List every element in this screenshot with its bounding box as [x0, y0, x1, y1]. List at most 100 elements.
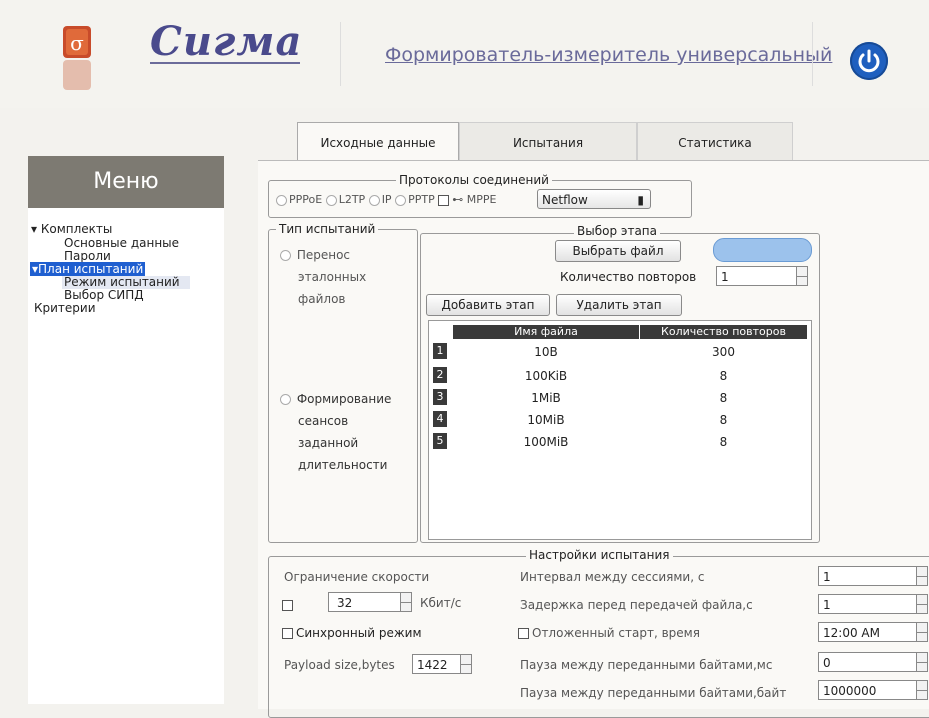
- spinner-icon[interactable]: [400, 593, 411, 611]
- table-cell-count[interactable]: 8: [640, 413, 807, 427]
- tree-item-kits[interactable]: ▾ Комплекты: [31, 223, 112, 236]
- table-cell-file[interactable]: 10B: [453, 345, 639, 359]
- table-cell-count[interactable]: 8: [640, 391, 807, 405]
- radio-l2tp[interactable]: L2TP: [325, 193, 365, 206]
- stages-table: Имя файла Количество повторов 1 10B 300 …: [428, 320, 812, 540]
- input-value: 1000000: [823, 684, 877, 698]
- delayed-start-time-input[interactable]: 12:00 AM: [818, 622, 928, 642]
- spinner-icon[interactable]: [796, 267, 807, 285]
- spinner-icon[interactable]: [916, 567, 927, 585]
- pause-bytes-input[interactable]: 1000000: [818, 680, 928, 700]
- logo-text: Сигма: [150, 18, 303, 65]
- header-divider: [340, 22, 341, 86]
- sidebar-tree: ▾ Комплекты Основные данные Пароли ▾План…: [28, 208, 224, 704]
- delayed-start-checkbox[interactable]: Отложенный старт, время: [518, 626, 700, 640]
- repeat-count-input[interactable]: 1: [716, 266, 808, 286]
- speed-limit-label: Ограничение скорости: [284, 570, 430, 584]
- tab-statistics[interactable]: Статистика: [637, 122, 793, 161]
- table-cell-file[interactable]: 1MiB: [453, 391, 639, 405]
- radio-pppoe[interactable]: PPPoE: [276, 193, 322, 206]
- checkbox-label: Синхронный режим: [296, 626, 422, 640]
- dropdown-icon: ▮: [637, 193, 644, 207]
- input-value: 1: [823, 598, 831, 612]
- column-header-repeat-count: Количество повторов: [640, 325, 807, 339]
- radio-label: PPTP: [408, 193, 435, 206]
- table-cell-file[interactable]: 100KiB: [453, 369, 639, 383]
- spinner-icon[interactable]: [916, 681, 927, 699]
- spinner-icon[interactable]: [916, 653, 927, 671]
- input-value: 1: [721, 270, 729, 284]
- spinner-icon[interactable]: [916, 595, 927, 613]
- checkbox-label: MPPE: [466, 193, 497, 206]
- radio-pptp[interactable]: PPTP: [395, 193, 435, 206]
- radio-label: Перенос: [296, 248, 351, 262]
- checkbox-icon: [282, 628, 293, 639]
- table-cell-file[interactable]: 100MiB: [453, 435, 639, 449]
- sigma-logo-icon: σ: [63, 26, 91, 90]
- column-header-file-name: Имя файла: [453, 325, 639, 339]
- app-header: σ Сигма Формирователь-измеритель универс…: [0, 0, 929, 108]
- input-value: 0: [823, 656, 831, 670]
- tree-item-label: Комплекты: [40, 222, 113, 236]
- row-number: 3: [433, 389, 447, 405]
- speed-limit-checkbox[interactable]: [282, 598, 296, 612]
- radio-label: длительности: [298, 458, 388, 472]
- protocol-select[interactable]: Netflow ▮: [537, 189, 651, 209]
- transfer-delay-label: Задержка перед передачей файла,с: [520, 598, 753, 612]
- sync-mode-checkbox[interactable]: Синхронный режим: [282, 626, 422, 640]
- pause-ms-input[interactable]: 0: [818, 652, 928, 672]
- table-cell-count[interactable]: 8: [640, 369, 807, 383]
- spinner-icon[interactable]: [460, 655, 471, 673]
- input-value: 32: [337, 596, 353, 610]
- row-number: 4: [433, 411, 447, 427]
- checkbox-label: Отложенный старт, время: [532, 626, 700, 640]
- tab-initial-data[interactable]: Исходные данные: [297, 122, 459, 163]
- radio-ip[interactable]: IP: [368, 193, 392, 206]
- table-cell-file[interactable]: 10MiB: [453, 413, 639, 427]
- radio-label: PPPoE: [289, 193, 323, 206]
- radio-label: IP: [381, 193, 392, 206]
- protocol-options: PPPoE L2TP IP PPTP ⊷ MPPE: [276, 193, 496, 206]
- radio-file-transfer[interactable]: Перенос эталонных файлов: [280, 244, 366, 310]
- checkbox-mppe[interactable]: ⊷ MPPE: [438, 193, 496, 206]
- session-interval-label: Интервал между сессиями, с: [520, 570, 705, 584]
- header-divider: [812, 22, 813, 86]
- app-title: Формирователь-измеритель универсальный: [385, 44, 833, 66]
- delete-stage-button[interactable]: Удалить этап: [556, 294, 682, 316]
- menu-header: Меню: [28, 156, 224, 208]
- table-cell-count[interactable]: 300: [640, 345, 807, 359]
- add-stage-button[interactable]: Добавить этап: [426, 294, 550, 316]
- table-cell-count[interactable]: 8: [640, 435, 807, 449]
- stage-legend: Выбор этапа: [574, 224, 661, 238]
- radio-icon: [280, 394, 291, 405]
- checkbox-icon: [282, 600, 293, 611]
- test-type-legend: Тип испытаний: [276, 222, 379, 236]
- checkbox-icon: [438, 194, 450, 206]
- speed-input[interactable]: 32: [328, 592, 412, 612]
- radio-icon: [368, 194, 380, 206]
- radio-label: заданной: [298, 436, 359, 450]
- radio-session-generation[interactable]: Формирование сеансов заданной длительнос…: [280, 388, 391, 476]
- test-settings-legend: Настройки испытания: [526, 548, 673, 562]
- tree-item-criteria[interactable]: Критерии: [34, 302, 96, 315]
- logo-underline: [150, 62, 300, 64]
- payload-size-input[interactable]: 1422: [412, 654, 472, 674]
- session-interval-input[interactable]: 1: [818, 566, 928, 586]
- transfer-delay-input[interactable]: 1: [818, 594, 928, 614]
- input-value: 1: [823, 570, 831, 584]
- choose-file-button[interactable]: Выбрать файл: [555, 240, 681, 262]
- svg-text:σ: σ: [70, 31, 84, 55]
- arrow-icon: ⊷: [452, 193, 467, 206]
- pause-ms-label: Пауза между переданными байтами,мс: [520, 658, 773, 672]
- row-number: 1: [433, 343, 447, 359]
- radio-label: Формирование: [296, 392, 392, 406]
- row-number: 2: [433, 367, 447, 383]
- tree-item-label: План испытаний: [38, 262, 144, 276]
- select-value: Netflow: [542, 193, 588, 207]
- power-button[interactable]: [850, 42, 888, 80]
- tab-tests[interactable]: Испытания: [459, 122, 637, 161]
- radio-icon: [280, 250, 291, 261]
- pause-bytes-label: Пауза между переданными байтами,байт: [520, 686, 787, 700]
- spinner-icon[interactable]: [916, 623, 927, 641]
- expand-arrow-icon[interactable]: ▾: [31, 222, 41, 236]
